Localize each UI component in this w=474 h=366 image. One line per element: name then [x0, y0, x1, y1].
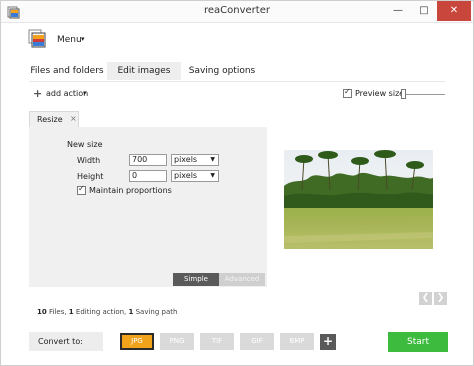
files-count: 10: [37, 308, 47, 316]
plus-icon: +: [33, 87, 43, 100]
simple-mode-button[interactable]: Simple: [173, 273, 219, 286]
title-bar: reaConverter — □ ✕: [1, 1, 473, 23]
next-image-button[interactable]: ❯: [434, 292, 447, 305]
menu-label[interactable]: Menu: [57, 35, 82, 45]
add-format-button[interactable]: +: [320, 334, 336, 350]
height-unit-select[interactable]: pixels ▼: [171, 170, 219, 182]
tab-saving-options[interactable]: Saving options: [185, 62, 259, 80]
action-tab-resize[interactable]: Resize ×: [29, 111, 79, 127]
width-input[interactable]: 700: [129, 154, 167, 166]
actions-label: Editing action,: [73, 308, 129, 316]
resize-settings-panel: New size Width 700 pixels ▼ Height 0 pix…: [29, 127, 267, 287]
status-summary: 10 Files, 1 Editing action, 1 Saving pat…: [37, 308, 177, 316]
height-input[interactable]: 0: [129, 170, 167, 182]
chevron-down-icon[interactable]: ▾: [83, 89, 87, 97]
files-label: Files,: [46, 308, 69, 316]
dropdown-arrow-icon[interactable]: ▼: [210, 155, 215, 165]
format-tif-button[interactable]: TIF: [200, 333, 234, 350]
start-button[interactable]: Start: [388, 332, 448, 352]
dropdown-arrow-icon[interactable]: ▼: [210, 171, 215, 181]
checkmark-icon: ✓: [78, 184, 85, 193]
height-unit-value: pixels: [174, 171, 198, 180]
tab-divider: [29, 81, 445, 82]
tab-edit-images[interactable]: Edit images: [107, 62, 181, 80]
paths-label: Saving path: [133, 308, 178, 316]
height-label: Height: [77, 172, 104, 181]
advanced-mode-button[interactable]: Advanced: [219, 273, 265, 286]
add-action-label[interactable]: add action: [46, 89, 88, 98]
app-window: reaConverter — □ ✕ Menu ▾ Files and fold…: [0, 0, 474, 366]
format-png-button[interactable]: PNG: [160, 333, 194, 350]
width-unit-select[interactable]: pixels ▼: [171, 154, 219, 166]
width-unit-value: pixels: [174, 155, 198, 164]
format-bmp-button[interactable]: BMP: [280, 333, 314, 350]
preview-checkbox[interactable]: ✓: [343, 87, 352, 98]
reaconverter-logo-icon: [28, 29, 46, 48]
maintain-proportions-checkbox[interactable]: ✓: [77, 184, 86, 195]
width-label: Width: [77, 156, 101, 165]
maximize-button[interactable]: □: [411, 1, 437, 21]
action-tab-label[interactable]: Resize: [37, 115, 63, 124]
checkmark-icon: ✓: [344, 87, 351, 96]
format-jpg-button[interactable]: JPG: [120, 333, 154, 350]
maintain-proportions-label: Maintain proportions: [89, 186, 172, 195]
format-gif-button[interactable]: GIF: [240, 333, 274, 350]
new-size-heading: New size: [67, 140, 103, 149]
preview-image: [284, 150, 433, 249]
preview-size-slider-handle[interactable]: [401, 89, 406, 99]
previous-image-button[interactable]: ❮: [419, 292, 432, 305]
chevron-down-icon[interactable]: ▾: [81, 35, 85, 43]
close-icon[interactable]: ×: [70, 114, 77, 123]
minimize-button[interactable]: —: [385, 1, 411, 21]
convert-to-label: Convert to:: [29, 332, 103, 351]
tab-files-and-folders[interactable]: Files and folders: [29, 62, 105, 80]
close-button[interactable]: ✕: [437, 1, 471, 21]
